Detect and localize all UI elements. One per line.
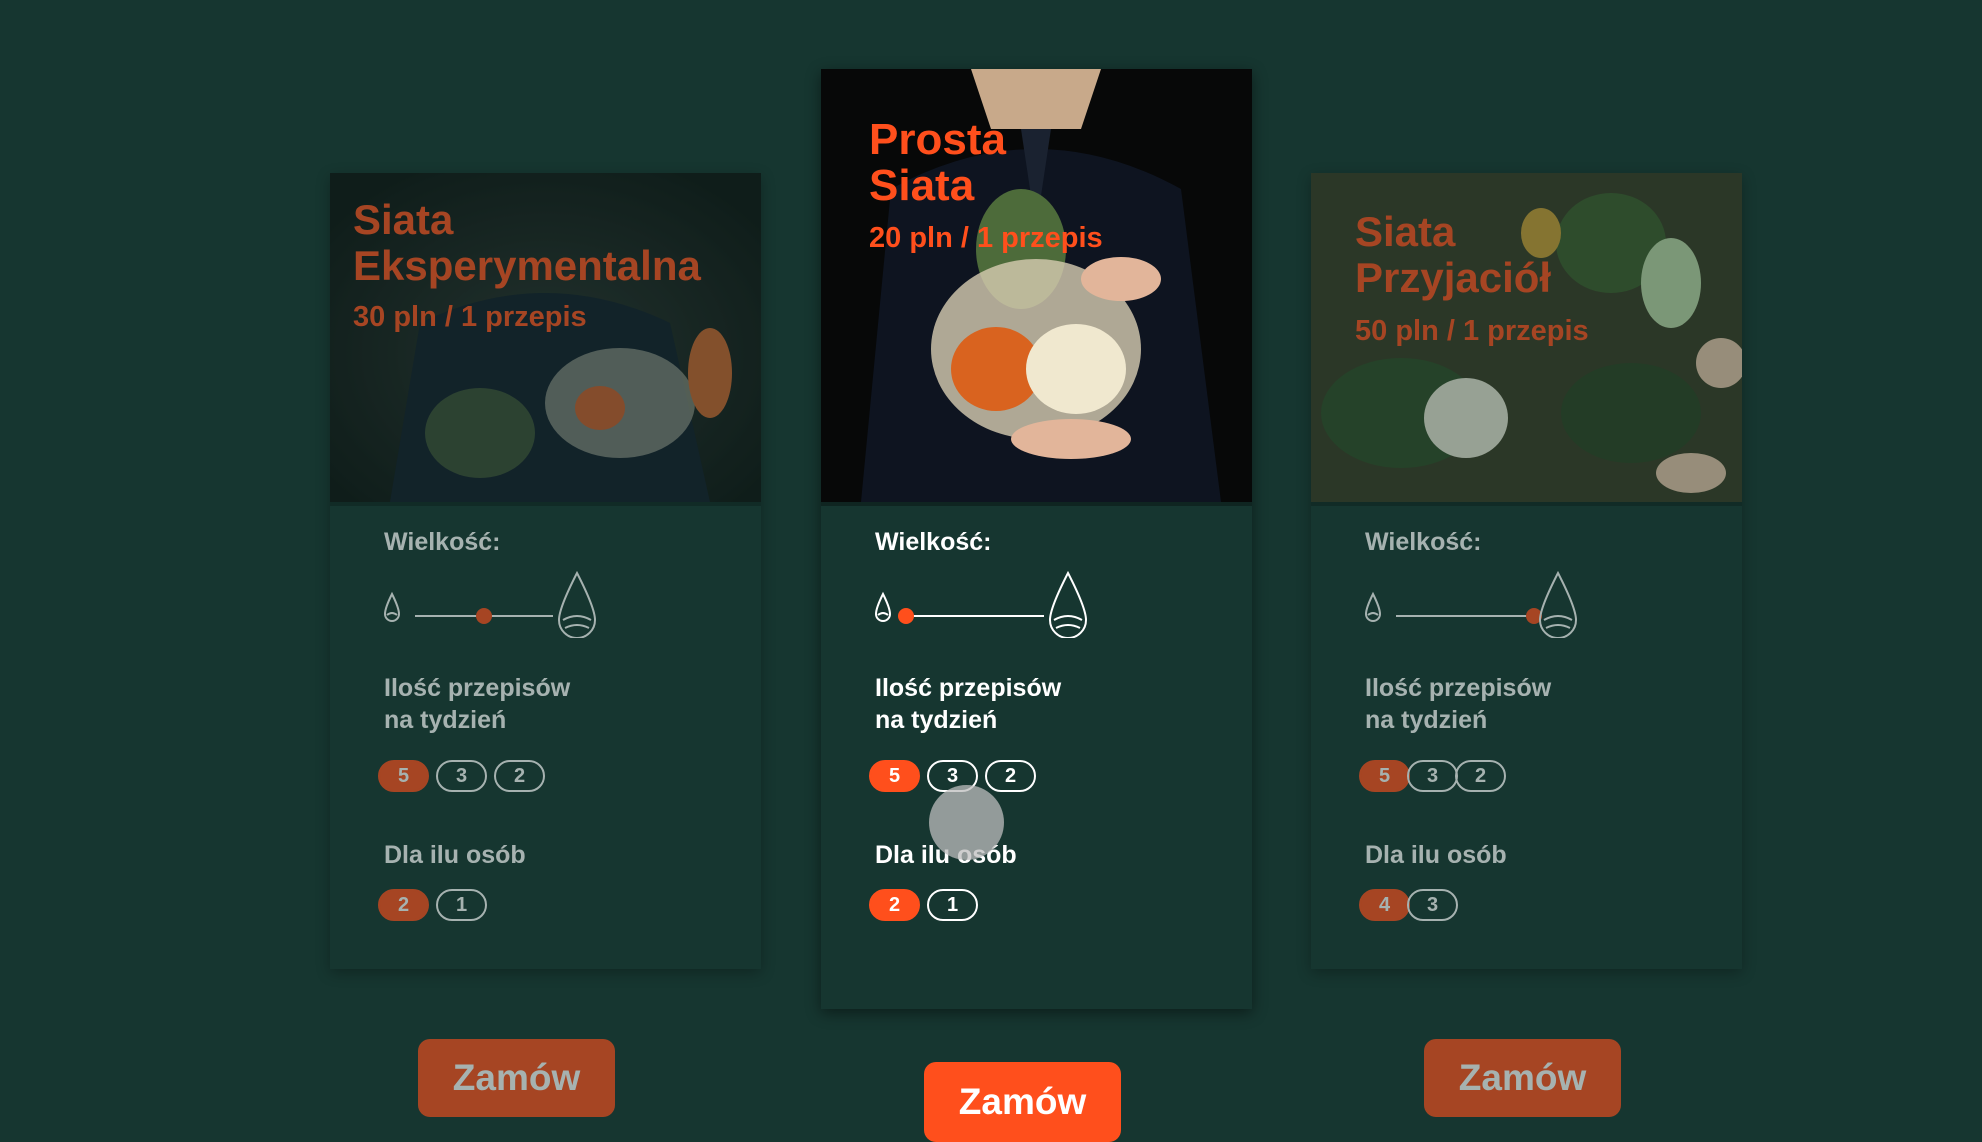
recipes-option-3[interactable]: 3 <box>436 760 487 792</box>
recipes-option-5[interactable]: 5 <box>1359 760 1410 792</box>
plan-photo: Siata Eksperymentalna 30 pln / 1 przepis <box>330 173 761 506</box>
size-slider[interactable] <box>869 568 1099 638</box>
size-slider[interactable] <box>378 568 608 638</box>
people-option-2[interactable]: 2 <box>869 889 920 921</box>
drop-large-icon <box>1048 570 1088 638</box>
plan-title: Siata Eksperymentalna <box>353 196 701 289</box>
people-options: 2 1 <box>869 889 985 921</box>
recipes-label: Ilość przepisów na tydzień <box>384 674 571 734</box>
size-slider[interactable] <box>1359 568 1589 638</box>
recipes-option-5[interactable]: 5 <box>869 760 920 792</box>
drop-large-icon <box>1538 570 1578 638</box>
people-label: Dla ilu osób <box>1365 841 1507 869</box>
plan-card-eksperymentalna[interactable]: Siata Eksperymentalna 30 pln / 1 przepis… <box>330 173 761 969</box>
plan-price: 20 pln / 1 przepis <box>869 222 1103 254</box>
drop-small-icon <box>383 591 401 622</box>
plan-photo: Prosta Siata 20 pln / 1 przepis <box>821 69 1252 506</box>
size-label: Wielkość: <box>1365 528 1482 556</box>
plan-price: 30 pln / 1 przepis <box>353 301 587 333</box>
size-label: Wielkość: <box>384 528 501 556</box>
recipes-option-2[interactable]: 2 <box>1455 760 1506 792</box>
plan-title: Siata Przyjaciół <box>1355 208 1552 301</box>
recipes-option-5[interactable]: 5 <box>378 760 429 792</box>
people-option-2[interactable]: 2 <box>378 889 429 921</box>
people-option-1[interactable]: 1 <box>436 889 487 921</box>
recipes-option-2[interactable]: 2 <box>985 760 1036 792</box>
plan-title: Prosta Siata <box>869 115 1006 210</box>
size-slider-knob[interactable] <box>898 608 914 624</box>
drop-small-icon <box>1364 591 1382 622</box>
people-option-4[interactable]: 4 <box>1359 889 1410 921</box>
order-button-przyjaciol[interactable]: Zamów <box>1424 1039 1621 1117</box>
recipes-label: Ilość przepisów na tydzień <box>875 674 1062 734</box>
plan-card-przyjaciol[interactable]: Siata Przyjaciół 50 pln / 1 przepis Wiel… <box>1311 173 1742 969</box>
plan-card-prosta[interactable]: Prosta Siata 20 pln / 1 przepis Wielkość… <box>821 69 1252 1009</box>
plan-photo: Siata Przyjaciół 50 pln / 1 przepis <box>1311 173 1742 506</box>
touch-cursor <box>929 785 1004 860</box>
recipes-options: 5 3 2 <box>1359 760 1513 792</box>
plan-price: 50 pln / 1 przepis <box>1355 315 1589 347</box>
recipes-label: Ilość przepisów na tydzień <box>1365 674 1552 734</box>
people-options: 4 3 <box>1359 889 1465 921</box>
people-option-3[interactable]: 3 <box>1407 889 1458 921</box>
recipes-option-2[interactable]: 2 <box>494 760 545 792</box>
order-button-eksperymentalna[interactable]: Zamów <box>418 1039 615 1117</box>
order-button-prosta[interactable]: Zamów <box>924 1062 1121 1142</box>
people-label: Dla ilu osób <box>384 841 526 869</box>
people-options: 2 1 <box>378 889 494 921</box>
drop-small-icon <box>874 591 892 622</box>
recipes-option-3[interactable]: 3 <box>1407 760 1458 792</box>
size-slider-knob[interactable] <box>476 608 492 624</box>
recipes-options: 5 3 2 <box>378 760 552 792</box>
drop-large-icon <box>557 570 597 638</box>
size-label: Wielkość: <box>875 528 992 556</box>
people-option-1[interactable]: 1 <box>927 889 978 921</box>
